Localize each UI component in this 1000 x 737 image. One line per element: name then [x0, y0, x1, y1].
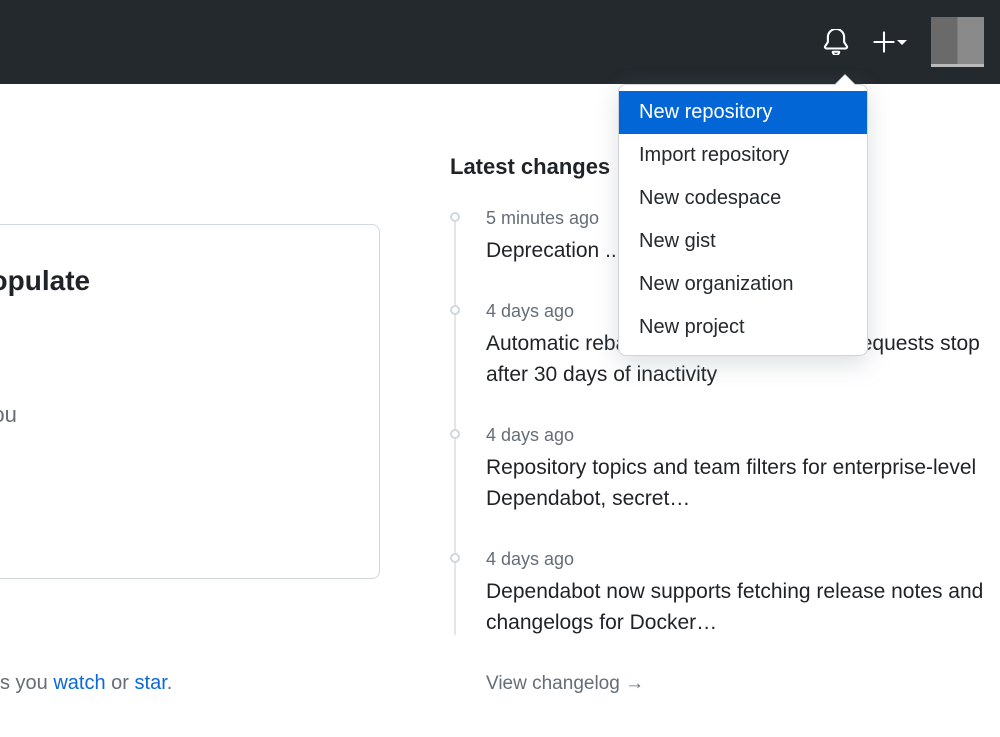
dropdown-item-new-gist[interactable]: New gist: [619, 220, 867, 263]
dropdown-item-new-project[interactable]: New project: [619, 306, 867, 349]
feed-title: ple to populate: [0, 265, 349, 297]
timeline-text: Dependabot now supports fetching release…: [486, 576, 1000, 639]
dropdown-item-new-codespace[interactable]: New codespace: [619, 177, 867, 220]
top-nav: [0, 0, 1000, 84]
feed-card: ple to populate on repositories you: [0, 224, 380, 579]
plus-icon: [873, 31, 895, 53]
create-new-dropdown: New repository Import repository New cod…: [618, 84, 868, 356]
timeline-dot-icon: [450, 553, 460, 563]
hint-text: s you: [0, 672, 53, 694]
bell-icon: [823, 29, 849, 55]
timeline-dot-icon: [450, 212, 460, 222]
timeline-time: 4 days ago: [486, 549, 1000, 570]
hint-text: .: [167, 672, 173, 694]
dropdown-item-new-organization[interactable]: New organization: [619, 263, 867, 306]
left-column: ple to populate on repositories you s yo…: [0, 84, 410, 737]
timeline-time: 4 days ago: [486, 425, 1000, 446]
timeline-dot-icon: [450, 305, 460, 315]
chevron-down-icon: [897, 40, 907, 45]
feed-hint: s you watch or star.: [0, 672, 172, 695]
avatar[interactable]: [931, 17, 984, 67]
dropdown-item-import-repository[interactable]: Import repository: [619, 134, 867, 177]
dropdown-item-new-repository[interactable]: New repository: [619, 91, 867, 134]
create-new-menu-button[interactable]: [873, 31, 907, 53]
notifications-button[interactable]: [823, 29, 849, 55]
feed-subtitle: on repositories you: [0, 402, 349, 428]
timeline-item[interactable]: 4 days ago Dependabot now supports fetch…: [450, 549, 1000, 639]
timeline-text: Repository topics and team filters for e…: [486, 452, 1000, 515]
star-link[interactable]: star: [135, 672, 167, 694]
timeline-item[interactable]: 4 days ago Repository topics and team fi…: [450, 425, 1000, 515]
timeline-dot-icon: [450, 429, 460, 439]
view-changelog-link[interactable]: View changelog →: [450, 673, 644, 695]
hint-text: or: [106, 672, 135, 694]
watch-link[interactable]: watch: [53, 672, 105, 694]
